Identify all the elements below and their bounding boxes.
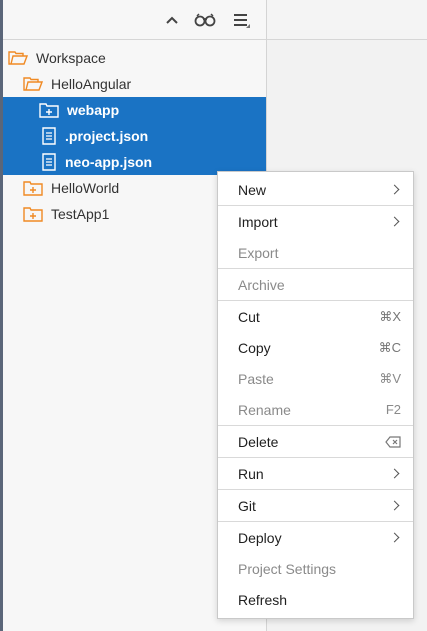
chevron-right-icon	[389, 216, 401, 227]
menu-item-paste[interactable]: Paste ⌘V	[218, 363, 413, 394]
menu-item-label: Paste	[238, 370, 274, 387]
shortcut-label: ⌘X	[379, 308, 401, 324]
menu-item-delete[interactable]: Delete	[218, 426, 413, 457]
tree-item-label: TestApp1	[51, 206, 110, 222]
context-menu: New Import Export Archive Cut ⌘X Copy ⌘C…	[217, 171, 414, 619]
menu-item-label: Delete	[238, 433, 279, 450]
menu-item-copy[interactable]: Copy ⌘C	[218, 332, 413, 363]
menu-item-label: Archive	[238, 276, 285, 293]
folder-plus-icon	[23, 206, 43, 222]
menu-item-export[interactable]: Export	[218, 237, 413, 268]
menu-item-run[interactable]: Run	[218, 458, 413, 489]
menu-item-label: Run	[238, 465, 264, 482]
menu-item-git[interactable]: Git	[218, 490, 413, 521]
menu-item-label: Cut	[238, 308, 260, 325]
chevron-right-icon	[389, 184, 401, 195]
file-icon	[41, 127, 57, 145]
menu-item-cut[interactable]: Cut ⌘X	[218, 301, 413, 332]
tree-item-label: webapp	[67, 102, 120, 118]
shortcut-label: ⌘C	[378, 339, 401, 355]
menu-item-deploy[interactable]: Deploy	[218, 522, 413, 553]
collapse-up-icon[interactable]	[160, 8, 184, 32]
menu-item-label: Deploy	[238, 529, 282, 546]
tree-item-label: HelloWorld	[51, 180, 120, 196]
chevron-right-icon	[389, 532, 401, 543]
menu-item-import[interactable]: Import	[218, 206, 413, 237]
tree-item-label: neo-app.json	[65, 154, 153, 170]
shortcut-label: ⌘V	[379, 370, 401, 386]
menu-item-label: Export	[238, 244, 279, 261]
menu-item-label: Rename	[238, 401, 291, 418]
chevron-right-icon	[389, 500, 401, 511]
folder-open-icon	[8, 50, 28, 66]
tree-item-label: Workspace	[36, 50, 106, 66]
menu-item-label: New	[238, 181, 267, 198]
tree-item-webapp[interactable]: webapp	[3, 97, 266, 123]
delete-key-icon	[385, 435, 401, 448]
folder-plus-icon	[23, 180, 43, 196]
workspace-toolbar	[3, 0, 266, 40]
folder-plus-icon	[39, 102, 59, 118]
menu-item-refresh[interactable]: Refresh	[218, 584, 413, 615]
menu-item-label: Copy	[238, 339, 271, 356]
shortcut-label: F2	[385, 402, 401, 417]
menu-item-label: Import	[238, 213, 278, 230]
menu-icon[interactable]	[230, 8, 254, 32]
tree-item-workspace[interactable]: Workspace	[3, 45, 266, 71]
tree-item-helloangular[interactable]: HelloAngular	[3, 71, 266, 97]
tree-item-label: HelloAngular	[51, 76, 132, 92]
menu-item-label: Refresh	[238, 591, 288, 608]
menu-item-project-settings[interactable]: Project Settings	[218, 553, 413, 584]
menu-item-rename[interactable]: Rename F2	[218, 394, 413, 425]
menu-item-new[interactable]: New	[218, 174, 413, 205]
tree-item-label: .project.json	[65, 128, 149, 144]
chevron-right-icon	[389, 468, 401, 479]
menu-item-label: Git	[238, 497, 256, 514]
file-icon	[41, 153, 57, 171]
editor-tab-bar	[267, 0, 427, 40]
glasses-icon[interactable]	[193, 8, 217, 32]
folder-open-icon	[23, 76, 43, 92]
menu-item-archive[interactable]: Archive	[218, 269, 413, 300]
tree-item-project-json[interactable]: .project.json	[3, 123, 266, 149]
menu-item-label: Project Settings	[238, 560, 337, 577]
